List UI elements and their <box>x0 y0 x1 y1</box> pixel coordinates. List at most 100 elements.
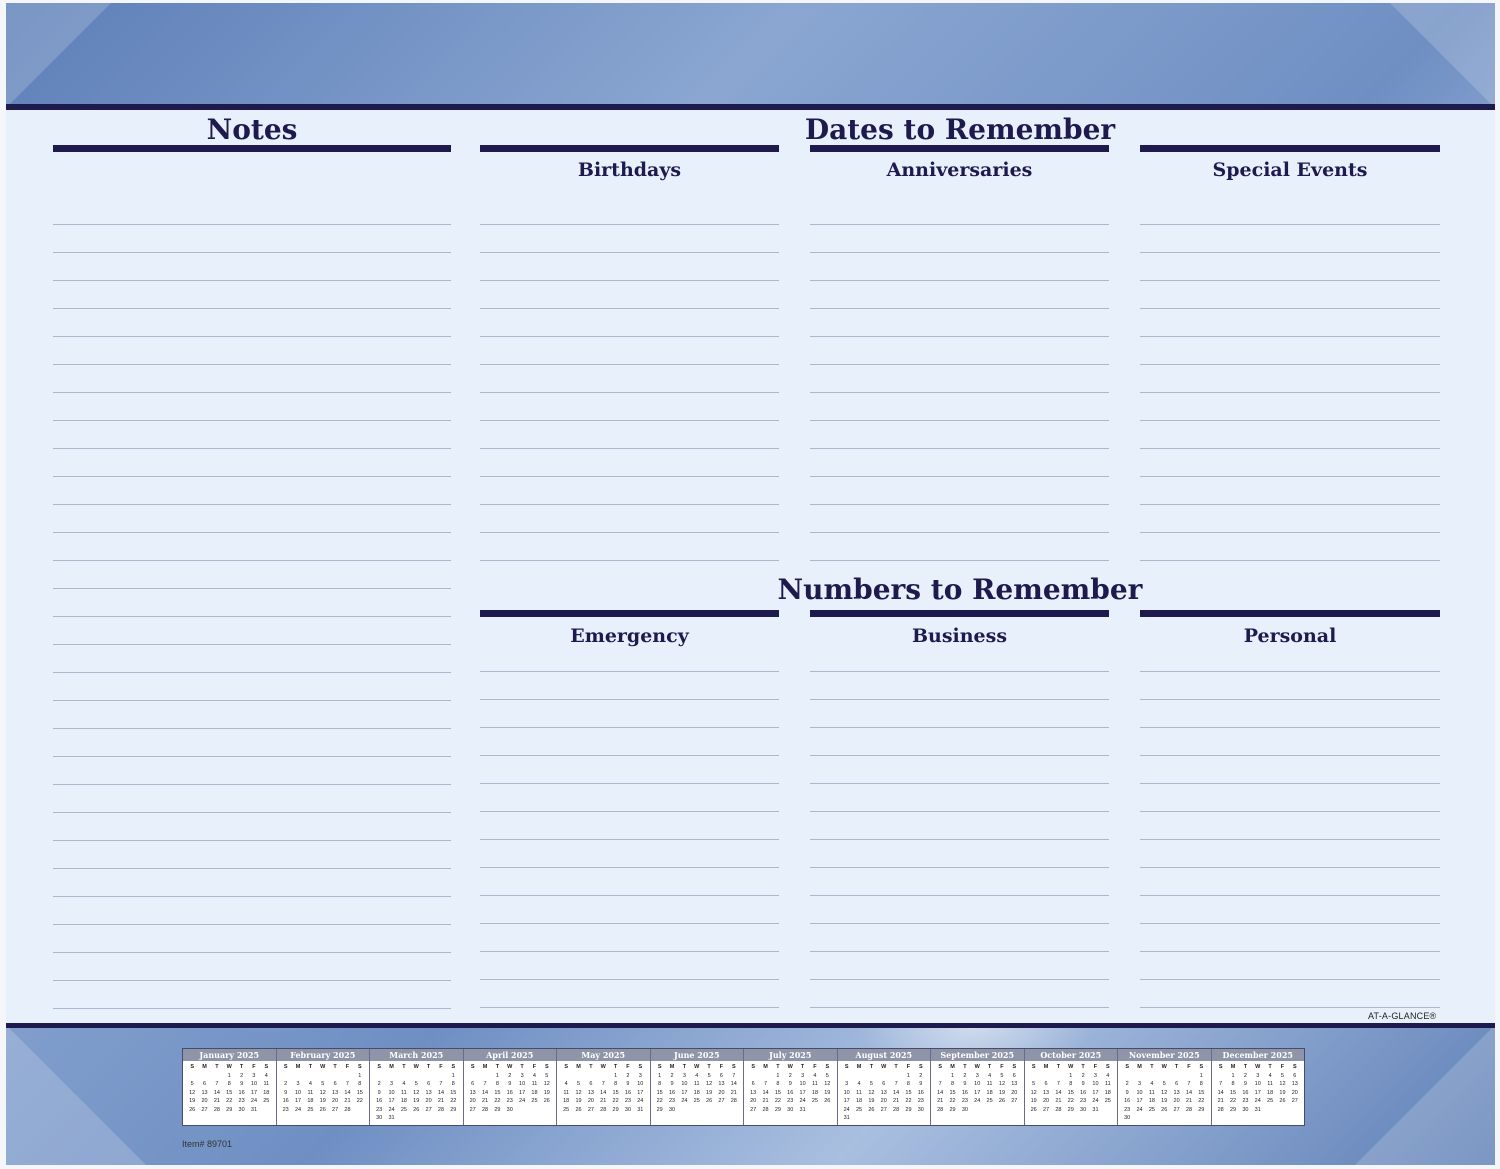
empty-day <box>1146 1072 1158 1081</box>
day-number: 23 <box>506 1098 513 1104</box>
day-number: 20 <box>880 1098 887 1104</box>
day-number: 31 <box>637 1106 644 1113</box>
day-number: 12 <box>575 1089 582 1096</box>
writing-line <box>810 839 1109 840</box>
day-number: 24 <box>1254 1098 1261 1104</box>
weekday-letter: T <box>894 1064 898 1070</box>
day-number: 27 <box>880 1106 887 1113</box>
empty-day <box>841 1072 853 1081</box>
notes-lines[interactable] <box>53 224 451 1009</box>
day-number: 25 <box>400 1106 407 1113</box>
day-number: 18 <box>307 1098 314 1104</box>
writing-line <box>1140 392 1440 393</box>
day-number: 2 <box>1081 1072 1085 1079</box>
writing-line <box>53 252 451 253</box>
day-number: 23 <box>787 1098 794 1104</box>
weekday-letter: S <box>1031 1064 1036 1070</box>
business-heading: Business <box>911 625 1008 647</box>
day-number: 29 <box>949 1106 956 1113</box>
day-number: 2 <box>626 1072 630 1079</box>
writing-line <box>1140 839 1440 840</box>
day-number: 15 <box>656 1089 663 1096</box>
empty-day <box>1133 1072 1145 1081</box>
day-number: 26 <box>189 1106 196 1113</box>
weekday-letter: S <box>1125 1064 1129 1070</box>
day-number: 5 <box>1032 1081 1036 1087</box>
day-number: 19 <box>575 1098 582 1104</box>
day-number: 23 <box>376 1106 383 1113</box>
day-number: 1 <box>495 1072 499 1079</box>
weekday-letter: F <box>345 1064 350 1070</box>
day-number: 11 <box>1267 1081 1273 1087</box>
day-number: 13 <box>880 1089 887 1096</box>
weekday-letter: F <box>1000 1064 1004 1070</box>
day-number: 19 <box>1030 1098 1037 1104</box>
day-number: 19 <box>706 1089 713 1096</box>
business-lines[interactable] <box>810 671 1109 1011</box>
day-number: 14 <box>1217 1089 1224 1096</box>
day-number: 19 <box>189 1098 196 1104</box>
day-number: 26 <box>706 1098 713 1104</box>
weekday-letter: T <box>1150 1064 1154 1070</box>
weekday-letter: T <box>589 1064 593 1070</box>
day-number: 29 <box>226 1106 233 1113</box>
writing-line <box>810 811 1109 812</box>
writing-line <box>480 783 779 784</box>
writing-line <box>1140 979 1440 980</box>
writing-line <box>480 364 779 365</box>
day-number: 12 <box>543 1081 550 1087</box>
day-number: 25 <box>307 1106 314 1113</box>
day-number: 28 <box>762 1106 769 1113</box>
mini-month-title: January 2025 <box>183 1049 276 1061</box>
writing-line <box>1140 951 1440 952</box>
day-number: 28 <box>893 1106 900 1113</box>
day-number: 20 <box>750 1098 757 1104</box>
empty-day <box>572 1072 584 1081</box>
day-number: 1 <box>614 1072 618 1079</box>
day-number: 6 <box>751 1081 755 1087</box>
birthdays-lines[interactable] <box>480 224 779 564</box>
day-number: 7 <box>1219 1081 1223 1087</box>
day-number: 8 <box>658 1081 662 1087</box>
day-number: 17 <box>1254 1089 1261 1096</box>
notes-title: Notes <box>206 113 298 146</box>
writing-line <box>1140 560 1440 561</box>
anniversaries-lines[interactable] <box>810 224 1109 564</box>
day-number: 4 <box>264 1072 268 1079</box>
corner-flap-top-left <box>6 3 111 108</box>
day-number: 30 <box>376 1115 383 1121</box>
day-number: 16 <box>238 1089 245 1096</box>
day-number: 1 <box>358 1072 362 1079</box>
writing-line <box>53 700 451 701</box>
personal-lines[interactable] <box>1140 671 1440 1011</box>
writing-line <box>810 895 1109 896</box>
day-number: 7 <box>938 1081 942 1087</box>
writing-line <box>480 867 779 868</box>
writing-line <box>810 448 1109 449</box>
weekday-letter: M <box>856 1064 862 1070</box>
writing-line <box>810 783 1109 784</box>
special-events-lines[interactable] <box>1140 224 1440 564</box>
weekday-letter: T <box>682 1064 687 1070</box>
writing-line <box>480 252 779 253</box>
day-number: 11 <box>263 1081 270 1087</box>
day-number: 14 <box>937 1089 944 1096</box>
mini-month: August 2025 S M T W T F S 1 2 3 4 5 6 7 8 9 10 11 12 13 14 15 1… <box>837 1049 931 1125</box>
day-number: 27 <box>425 1106 432 1113</box>
day-number: 4 <box>695 1072 699 1079</box>
day-number: 20 <box>718 1089 725 1096</box>
writing-line <box>53 560 451 561</box>
day-number: 15 <box>356 1089 363 1096</box>
weekday-letter: W <box>1161 1064 1167 1070</box>
numbers-to-remember-title: Numbers to Remember <box>777 573 1143 606</box>
day-number: 9 <box>240 1081 244 1087</box>
emergency-lines[interactable] <box>480 671 779 1011</box>
day-number: 29 <box>656 1106 663 1113</box>
day-number: 28 <box>1055 1106 1062 1113</box>
day-number: 28 <box>437 1106 445 1113</box>
writing-line <box>480 727 779 728</box>
day-number: 26 <box>868 1106 875 1113</box>
day-number: 23 <box>1080 1098 1087 1104</box>
writing-line <box>53 364 451 365</box>
writing-line <box>810 280 1109 281</box>
